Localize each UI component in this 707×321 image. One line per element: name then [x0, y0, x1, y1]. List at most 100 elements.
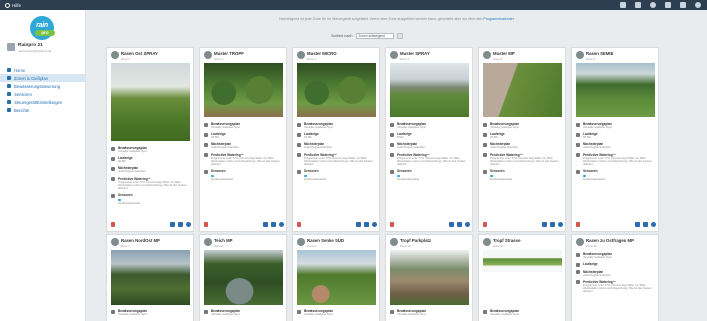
edit-icon[interactable] [271, 222, 276, 227]
mail-icon[interactable] [665, 2, 671, 8]
card-header: Tropf Parkplatz Zone 10 [390, 238, 431, 248]
image-icon[interactable] [449, 222, 454, 227]
info-circle-icon[interactable] [279, 222, 284, 227]
bell-icon[interactable] [650, 2, 656, 8]
zone-title[interactable]: Rasen SEMIE [586, 51, 613, 56]
edit-icon[interactable] [364, 222, 369, 227]
predictive-row: Predictive Watering™ Programme unter 77% … [576, 280, 656, 294]
sidebar-item-0[interactable]: Home [0, 66, 86, 74]
sidebar-item-3[interactable]: Sensoren [0, 90, 86, 98]
sensor-status-dot [304, 174, 307, 178]
zone-card[interactable]: Muster MP Zone 5 Bewässerungsplan Virtuelle… [478, 47, 566, 232]
zone-title[interactable]: Tropf Parkplatz [400, 238, 431, 243]
rainpro-logo[interactable]: rain pro [26, 16, 58, 40]
plan-row-value: Virtueller Gießplan Sync [583, 126, 612, 129]
zone-card[interactable]: Rasen Senke SÜD Zone 9 Bewässerungsplan Vir… [292, 234, 380, 321]
edit-icon[interactable] [550, 222, 555, 227]
sensor-status-dot [583, 174, 586, 178]
runtime-row: Laufzeige 46 Min [111, 156, 191, 163]
account-block[interactable]: Rainpro 21 gartenmann@beispiel.de [7, 43, 51, 53]
planned-row-icon [297, 142, 301, 147]
trash-icon[interactable] [576, 222, 580, 227]
predictive-row-value: Programme unter 77% | Grenze liegt 99der… [211, 156, 280, 167]
planned-row-value: Jede Programmlaufzeit [583, 146, 611, 150]
zone-card[interactable]: Muster SPRAY Zone 4 Bewässerungsplan Virtue… [385, 47, 473, 232]
image-icon[interactable] [635, 222, 640, 227]
zone-number: Zone 10 [400, 243, 411, 248]
gear-icon[interactable] [680, 2, 686, 8]
info-circle-icon[interactable] [558, 222, 563, 227]
trash-icon[interactable] [111, 222, 115, 227]
sensors-row-value: Kondensationstest [211, 178, 234, 182]
zone-card[interactable]: Muster TROPF Zone 2 Bewässerungsplan Virtue… [199, 47, 287, 232]
zone-title[interactable]: Rasen Ost SPRAY [121, 51, 158, 56]
runtime-row-value: 28 Min [211, 136, 220, 140]
zone-card[interactable]: Muster MICRO Zone 3 Bewässerungsplan Virtue… [292, 47, 380, 232]
plan-row-icon [297, 122, 301, 127]
zone-title[interactable]: Tropf Strasse [493, 238, 520, 243]
trash-icon[interactable] [204, 222, 208, 227]
info-icon[interactable] [620, 2, 626, 8]
plan-row-value: Virtueller Gießplan Sync [211, 126, 240, 129]
sensors-row-icon [483, 169, 487, 174]
zone-title[interactable]: Muster MICRO [307, 51, 337, 56]
sort-direction-button[interactable] [396, 33, 403, 39]
zone-title[interactable]: Rasen zu Ostfragen MP [586, 238, 634, 243]
logo-sub: pro [35, 30, 55, 36]
sidebar-item-1[interactable]: Zonen & Gießplan [0, 74, 86, 82]
sidebar-item-5[interactable]: Berichte [0, 106, 86, 114]
image-icon[interactable] [542, 222, 547, 227]
zone-card[interactable]: Tropf Strasse Zone 11 Bewässerungsplan Virt… [478, 234, 566, 321]
user-icon[interactable] [695, 2, 701, 8]
sidebar-item-2[interactable]: Bewässerungssteuerung [0, 82, 86, 90]
help-link[interactable]: Hilfe [5, 2, 21, 8]
card-actions [297, 222, 377, 228]
info-circle-icon[interactable] [651, 222, 656, 227]
zone-card[interactable]: Tropf Parkplatz Zone 10 Bewässerungsplan Vi… [385, 234, 473, 321]
trash-icon[interactable] [390, 222, 394, 227]
info-circle-icon[interactable] [465, 222, 470, 227]
trash-icon[interactable] [483, 222, 487, 227]
zone-title[interactable]: Teich MP [214, 238, 233, 243]
zone-title[interactable]: Muster TROPF [214, 51, 244, 56]
zone-title[interactable]: Rasen NordOst MP [121, 238, 160, 243]
zone-card[interactable]: Teich MP Zone 8 Bewässerungsplan Virtueller… [199, 234, 287, 321]
plan-row: Bewässerungsplan Virtueller Gießplan Sync [390, 122, 470, 129]
card-header: Muster TROPF Zone 2 [204, 51, 244, 61]
planned-row: Nächsterplan Jede Programmlaufzeit [483, 142, 563, 149]
edit-icon[interactable] [178, 222, 183, 227]
program-calendar-link[interactable]: Programmkalender [483, 17, 514, 21]
plan-row: Bewässerungsplan Virtueller Gießplan Sync [576, 252, 656, 259]
planned-row-icon [111, 166, 115, 171]
sensors-row-value: Kondensationstest [304, 178, 327, 182]
zone-card[interactable]: Rasen SEMIE Zone 6 Bewässerungsplan Virtuel… [571, 47, 659, 232]
zone-info: Bewässerungsplan Virtueller Gießplan Sync… [204, 122, 284, 184]
edit-icon[interactable] [457, 222, 462, 227]
zone-title[interactable]: Muster MP [493, 51, 515, 56]
grid-icon[interactable] [635, 2, 641, 8]
zone-card[interactable]: Rasen NordOst MP Zone 7 Bewässerungsplan Vi… [106, 234, 194, 321]
sensors-row-icon [297, 169, 301, 174]
zone-title[interactable]: Muster SPRAY [400, 51, 430, 56]
edit-icon[interactable] [643, 222, 648, 227]
runtime-row: Laufzeige 34 Min [297, 132, 377, 139]
plan-row: Bewässerungsplan Virtueller Gießplan Sync [297, 309, 377, 316]
info-circle-icon[interactable] [372, 222, 377, 227]
zone-title[interactable]: Rasen Senke SÜD [307, 238, 344, 243]
predictive-row-value: Programme unter 77% | Grenze liegt 99der… [490, 156, 559, 167]
image-icon[interactable] [170, 222, 175, 227]
zone-avatar [390, 238, 398, 246]
runtime-row-icon [576, 262, 580, 267]
image-icon[interactable] [356, 222, 361, 227]
zone-card[interactable]: Rasen Ost SPRAY Zone 1 Bewässerungsplan Vir… [106, 47, 194, 232]
zone-card[interactable]: Rasen zu Ostfragen MP Zone 12 Bewässerungs… [571, 234, 659, 321]
account-icon [7, 43, 15, 51]
sidebar-item-4[interactable]: Steuergerät/Einstellungen [0, 98, 86, 106]
image-icon[interactable] [263, 222, 268, 227]
plan-row-value: Virtueller Gießplan Sync [211, 313, 240, 316]
sidebar-item-label: Home [14, 67, 26, 73]
trash-icon[interactable] [297, 222, 301, 227]
sort-select[interactable]: Zonen aufsteigend [355, 33, 394, 39]
zone-info: Bewässerungsplan Virtueller Gießplan Sync… [297, 122, 377, 184]
info-circle-icon[interactable] [186, 222, 191, 227]
